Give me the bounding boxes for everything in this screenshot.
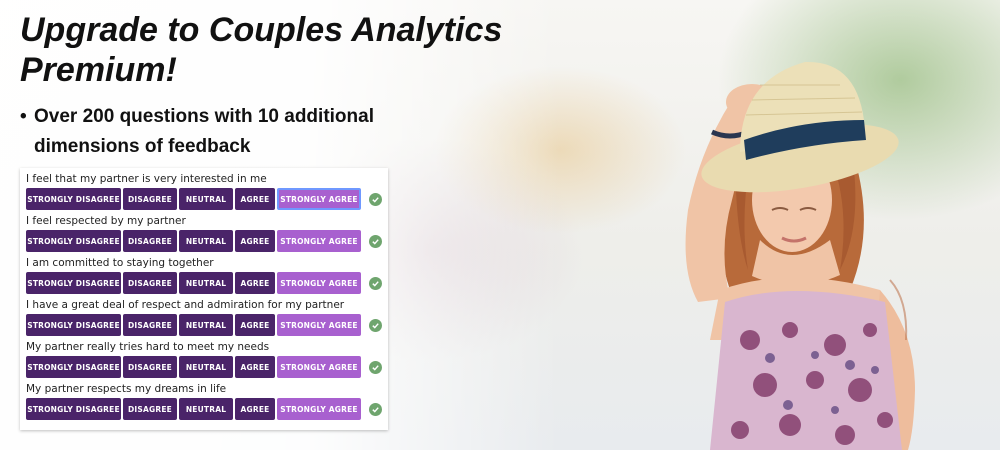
survey-panel: I feel that my partner is very intereste… <box>20 168 388 430</box>
question-label: I have a great deal of respect and admir… <box>26 299 345 311</box>
answer-row: STRONGLY DISAGREE DISAGREE NEUTRAL AGREE STR… <box>26 355 388 379</box>
page-headline: Upgrade to Couples Analytics Premium! <box>20 10 520 90</box>
strongly-disagree-button[interactable]: STRONGLY DISAGREE <box>26 398 121 420</box>
check-circle-icon <box>369 234 382 248</box>
disagree-button[interactable]: DISAGREE <box>123 356 177 378</box>
feature-bullet: • Over 200 questions with 10 additional … <box>20 102 414 162</box>
question-label: I am committed to staying together <box>26 257 214 269</box>
neutral-button[interactable]: NEUTRAL <box>179 188 233 210</box>
check-circle-icon <box>369 360 382 374</box>
neutral-button[interactable]: NEUTRAL <box>179 314 233 336</box>
agree-button[interactable]: AGREE <box>235 314 275 336</box>
bullet-dot: • <box>20 106 27 127</box>
neutral-button[interactable]: NEUTRAL <box>179 398 233 420</box>
bullet-line-2: dimensions of feedback <box>34 136 251 157</box>
agree-button[interactable]: AGREE <box>235 398 275 420</box>
agree-button[interactable]: AGREE <box>235 188 275 210</box>
answer-row: STRONGLY DISAGREE DISAGREE NEUTRAL AGREE STR… <box>26 313 388 337</box>
question-label: I feel respected by my partner <box>26 215 186 227</box>
answer-row: STRONGLY DISAGREE DISAGREE NEUTRAL AGREE STR… <box>26 229 388 253</box>
bullet-line-1: Over 200 questions with 10 additional <box>34 106 374 127</box>
headline-line-2: Premium! <box>20 51 177 89</box>
check-circle-icon <box>369 192 382 206</box>
answer-row: STRONGLY DISAGREE DISAGREE NEUTRAL AGREE STR… <box>26 271 388 295</box>
strongly-disagree-button[interactable]: STRONGLY DISAGREE <box>26 314 121 336</box>
disagree-button[interactable]: DISAGREE <box>123 398 177 420</box>
strongly-agree-button[interactable]: STRONGLY AGREE <box>277 314 361 336</box>
question-label: I feel that my partner is very intereste… <box>26 173 267 185</box>
strongly-disagree-button[interactable]: STRONGLY DISAGREE <box>26 230 121 252</box>
strongly-agree-button[interactable]: STRONGLY AGREE <box>277 230 361 252</box>
answer-row: STRONGLY DISAGREE DISAGREE NEUTRAL AGREE STR… <box>26 397 388 421</box>
neutral-button[interactable]: NEUTRAL <box>179 272 233 294</box>
question-label: My partner really tries hard to meet my … <box>26 341 270 353</box>
disagree-button[interactable]: DISAGREE <box>123 272 177 294</box>
strongly-agree-button[interactable]: STRONGLY AGREE <box>277 398 361 420</box>
strongly-agree-button[interactable]: STRONGLY AGREE <box>277 188 361 210</box>
woman-photo <box>640 40 980 450</box>
question-label: My partner respects my dreams in life <box>26 383 227 395</box>
check-circle-icon <box>369 276 382 290</box>
disagree-button[interactable]: DISAGREE <box>123 314 177 336</box>
strongly-disagree-button[interactable]: STRONGLY DISAGREE <box>26 356 121 378</box>
agree-button[interactable]: AGREE <box>235 356 275 378</box>
agree-button[interactable]: AGREE <box>235 272 275 294</box>
strongly-agree-button[interactable]: STRONGLY AGREE <box>277 356 361 378</box>
check-circle-icon <box>369 318 382 332</box>
headline-line-1: Upgrade to Couples Analytics <box>20 11 503 49</box>
neutral-button[interactable]: NEUTRAL <box>179 230 233 252</box>
strongly-disagree-button[interactable]: STRONGLY DISAGREE <box>26 188 121 210</box>
check-circle-icon <box>369 402 382 416</box>
answer-row: STRONGLY DISAGREE DISAGREE NEUTRAL AGREE STR… <box>26 187 388 211</box>
strongly-disagree-button[interactable]: STRONGLY DISAGREE <box>26 272 121 294</box>
strongly-agree-button[interactable]: STRONGLY AGREE <box>277 272 361 294</box>
agree-button[interactable]: AGREE <box>235 230 275 252</box>
disagree-button[interactable]: DISAGREE <box>123 230 177 252</box>
disagree-button[interactable]: DISAGREE <box>123 188 177 210</box>
neutral-button[interactable]: NEUTRAL <box>179 356 233 378</box>
